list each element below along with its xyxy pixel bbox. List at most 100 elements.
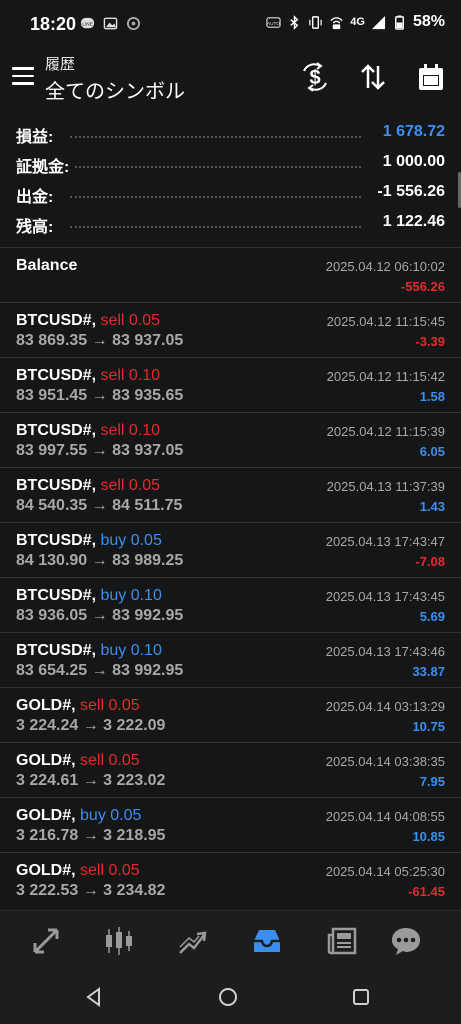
row-profit: -3.39: [415, 334, 445, 349]
trade-symbol: GOLD#,: [16, 807, 76, 824]
summary-row-profit: 損益: 1 678.72: [0, 117, 461, 147]
svg-text:LINE: LINE: [82, 21, 92, 26]
home-icon[interactable]: [217, 986, 239, 1008]
row-time: 2025.04.12 11:15:39: [326, 424, 445, 439]
bluetooth-icon: [290, 14, 299, 30]
row-profit: 1.58: [419, 389, 445, 404]
gallery-icon: [103, 17, 118, 30]
summary-value: 1 000.00: [374, 153, 445, 171]
summary-label: 証拠金:: [16, 153, 76, 177]
row-time: 2025.04.14 03:38:35: [325, 754, 445, 769]
trade-action: buy 0.10: [100, 642, 162, 659]
row-time: 2025.04.13 17:43:47: [325, 534, 445, 549]
sort-icon[interactable]: [358, 62, 388, 92]
status-time: 18:20: [30, 14, 77, 34]
trade-row[interactable]: BTCUSD#, buy 0.10 83 654.25 → 83 992.95 …: [0, 632, 461, 687]
summary-value: -1 556.26: [369, 183, 445, 201]
trade-title: GOLD#, buy 0.05: [16, 807, 141, 825]
trade-title: GOLD#, sell 0.05: [16, 697, 140, 715]
trade-action: buy 0.05: [100, 532, 162, 549]
trade-symbol: BTCUSD#,: [16, 477, 97, 494]
trade-symbol: GOLD#,: [16, 862, 76, 879]
trade-action: sell 0.05: [80, 697, 140, 714]
row-profit: 33.87: [412, 664, 445, 679]
trade-title: GOLD#, sell 0.05: [16, 862, 140, 880]
trade-row[interactable]: BTCUSD#, buy 0.05 84 130.90 → 83 989.25 …: [0, 522, 461, 577]
trade-icon[interactable]: [177, 925, 209, 957]
row-profit: -61.45: [408, 884, 445, 899]
trade-action: sell 0.05: [100, 312, 161, 329]
trade-symbol: BTCUSD#,: [16, 587, 97, 604]
trade-action: sell 0.05: [100, 477, 161, 494]
trade-symbol: GOLD#,: [16, 697, 76, 714]
messages-icon[interactable]: [390, 925, 422, 957]
trade-row[interactable]: GOLD#, sell 0.05 3 224.61 → 3 223.02 202…: [0, 742, 461, 797]
signal-icon: [371, 15, 386, 29]
system-navigation: [0, 970, 461, 1024]
trade-row[interactable]: GOLD#, sell 0.05 3 224.24 → 3 222.09 202…: [0, 687, 461, 742]
trade-prices: 83 936.05 → 83 992.95: [16, 607, 184, 624]
trade-action: buy 0.10: [100, 587, 162, 604]
summary-label: 出金:: [16, 183, 60, 207]
calendar-icon[interactable]: [416, 62, 446, 92]
account-summary: 損益: 1 678.72 証拠金: 1 000.00 出金: -1 556.26…: [0, 117, 461, 237]
trade-symbol: BTCUSD#,: [16, 532, 97, 549]
row-time: 2025.04.12 06:10:02: [325, 259, 445, 274]
summary-row-withdrawal: 出金: -1 556.26: [0, 177, 461, 207]
app-subtitle: 履歴: [45, 56, 76, 73]
row-time: 2025.04.12 11:15:42: [326, 369, 445, 384]
back-icon[interactable]: [83, 986, 105, 1008]
status-bar: 18:20 LINE AUTO 4G 58%: [0, 0, 461, 50]
row-profit: 7.95: [419, 774, 445, 789]
currency-exchange-icon[interactable]: $: [300, 62, 330, 92]
row-profit: 10.85: [412, 829, 445, 844]
trade-title: BTCUSD#, sell 0.05: [16, 477, 160, 495]
chart-icon[interactable]: [103, 925, 135, 957]
trade-row[interactable]: BTCUSD#, sell 0.05 84 540.35 → 84 511.75…: [0, 467, 461, 522]
summary-value: 1 678.72: [374, 123, 445, 141]
trade-prices: 83 997.55 → 83 937.05: [16, 442, 184, 459]
trade-title: BTCUSD#, buy 0.05: [16, 532, 162, 550]
trade-symbol: BTCUSD#,: [16, 642, 97, 659]
line-icon: LINE: [80, 17, 95, 29]
dotted-leader: [70, 226, 361, 228]
history-icon[interactable]: [251, 925, 283, 957]
trade-symbol: BTCUSD#,: [16, 312, 97, 329]
summary-value: 1 122.46: [374, 213, 445, 231]
trade-prices: 3 224.24 → 3 222.09: [16, 717, 166, 734]
trade-row[interactable]: BTCUSD#, buy 0.10 83 936.05 → 83 992.95 …: [0, 577, 461, 632]
svg-text:AUTO: AUTO: [267, 20, 280, 25]
trade-title: GOLD#, sell 0.05: [16, 752, 140, 770]
summary-label: 損益:: [16, 123, 60, 147]
row-time: 2025.04.13 17:43:46: [325, 644, 445, 659]
trade-row[interactable]: BTCUSD#, sell 0.05 83 869.35 → 83 937.05…: [0, 302, 461, 357]
balance-row[interactable]: Balance 2025.04.12 06:10:02 -556.26: [0, 247, 461, 302]
vibrate-icon: [309, 15, 323, 29]
row-time: 2025.04.14 04:08:55: [325, 809, 445, 824]
trade-prices: 3 222.53 → 3 234.82: [16, 882, 166, 899]
app-title[interactable]: 全てのシンボル: [45, 75, 185, 104]
app-icon: [126, 16, 141, 31]
quotes-icon[interactable]: [30, 925, 62, 957]
summary-row-deposit: 証拠金: 1 000.00: [0, 147, 461, 177]
trade-prices: 83 951.45 → 83 935.65: [16, 387, 184, 404]
trade-row[interactable]: GOLD#, buy 0.05 3 216.78 → 3 218.95 2025…: [0, 797, 461, 852]
news-icon[interactable]: [326, 925, 358, 957]
trade-prices: 84 130.90 → 83 989.25: [16, 552, 184, 569]
trade-row[interactable]: BTCUSD#, sell 0.10 83 997.55 → 83 937.05…: [0, 412, 461, 467]
battery-icon: [395, 14, 404, 30]
summary-label: 残高:: [16, 213, 60, 237]
menu-icon[interactable]: [12, 67, 34, 87]
recents-icon[interactable]: [350, 986, 372, 1008]
trade-prices: 83 654.25 → 83 992.95: [16, 662, 184, 679]
trade-title: BTCUSD#, buy 0.10: [16, 587, 162, 605]
trade-row[interactable]: BTCUSD#, sell 0.10 83 951.45 → 83 935.65…: [0, 357, 461, 412]
wifi-lte-icon: [330, 16, 343, 29]
row-profit: 6.05: [419, 444, 445, 459]
trade-prices: 3 216.78 → 3 218.95: [16, 827, 166, 844]
row-profit: -7.08: [415, 554, 445, 569]
auto-icon: AUTO: [266, 16, 281, 28]
trade-prices: 3 224.61 → 3 223.02: [16, 772, 166, 789]
dotted-leader: [70, 196, 361, 198]
trade-row[interactable]: GOLD#, sell 0.05 3 222.53 → 3 234.82 202…: [0, 852, 461, 907]
